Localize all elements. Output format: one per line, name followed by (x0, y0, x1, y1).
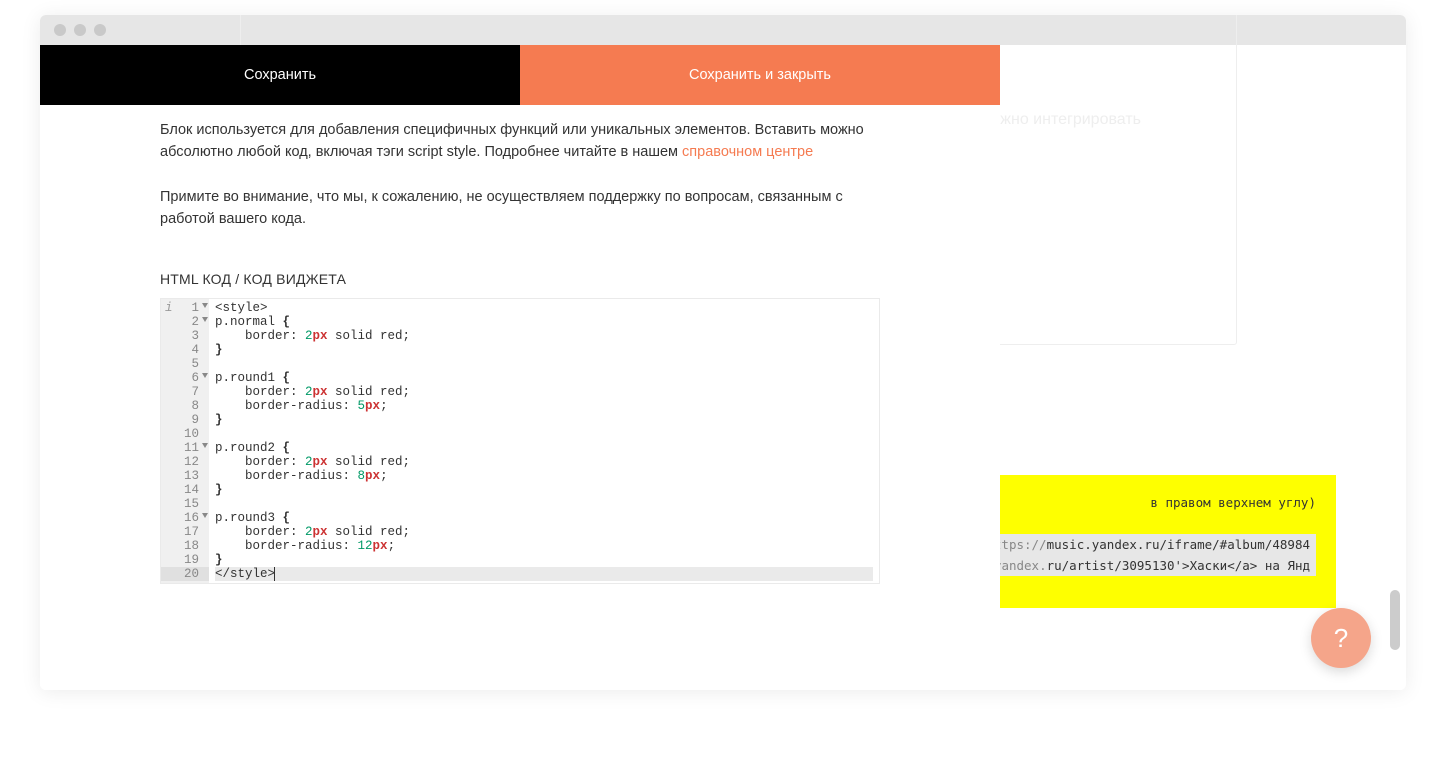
save-button[interactable]: Сохранить (40, 45, 520, 105)
window-max-dot[interactable] (94, 24, 106, 36)
gutter-line: 3 (161, 329, 209, 343)
code-line[interactable]: border: 2px solid red; (215, 455, 873, 469)
gutter-line: 13 (161, 469, 209, 483)
code-editor[interactable]: 1i234567891011121314151617181920 <style>… (160, 298, 880, 584)
gutter-line: 1i (161, 301, 209, 315)
info-icon: i (165, 301, 173, 315)
code-line[interactable] (215, 497, 873, 511)
code-line[interactable] (215, 357, 873, 371)
gutter-line: 20 (161, 567, 209, 581)
help-center-link[interactable]: справочном центре (682, 144, 813, 160)
code-line[interactable]: border: 2px solid red; (215, 385, 873, 399)
fold-icon[interactable] (202, 373, 208, 378)
fold-icon[interactable] (202, 513, 208, 518)
code-line[interactable]: p.round2 { (215, 441, 873, 455)
gutter-line: 16 (161, 511, 209, 525)
window-min-dot[interactable] (74, 24, 86, 36)
browser-window: ильду: 40+ полезных сервисов, которые мо… (40, 15, 1406, 690)
code-line[interactable]: } (215, 553, 873, 567)
code-line[interactable]: border: 2px solid red; (215, 329, 873, 343)
gutter-line: 2 (161, 315, 209, 329)
editor-gutter: 1i234567891011121314151617181920 (161, 299, 209, 583)
gutter-line: 5 (161, 357, 209, 371)
fold-icon[interactable] (202, 443, 208, 448)
code-line[interactable]: p.normal { (215, 315, 873, 329)
code-line[interactable]: p.round3 { (215, 511, 873, 525)
gutter-line: 9 (161, 413, 209, 427)
modal-description: Блок используется для добавления специфи… (160, 119, 880, 164)
code-line[interactable]: <style> (215, 301, 873, 315)
gutter-line: 11 (161, 441, 209, 455)
window-close-dot[interactable] (54, 24, 66, 36)
save-and-close-button[interactable]: Сохранить и закрыть (520, 45, 1000, 105)
code-line[interactable]: border: 2px solid red; (215, 525, 873, 539)
modal-tabs: Сохранить Сохранить и закрыть (40, 45, 1000, 105)
code-line[interactable]: </style> (215, 567, 873, 581)
gutter-line: 10 (161, 427, 209, 441)
code-line[interactable]: p.round1 { (215, 371, 873, 385)
html-editor-modal: Сохранить Сохранить и закрыть Блок испол… (40, 45, 1000, 690)
help-fab[interactable]: ? (1311, 608, 1371, 668)
fold-icon[interactable] (202, 303, 208, 308)
gutter-line: 18 (161, 539, 209, 553)
gutter-line: 8 (161, 399, 209, 413)
code-line[interactable]: border-radius: 12px; (215, 539, 873, 553)
gutter-line: 15 (161, 497, 209, 511)
gutter-line: 14 (161, 483, 209, 497)
gutter-line: 7 (161, 385, 209, 399)
fold-icon[interactable] (202, 317, 208, 322)
gutter-line: 6 (161, 371, 209, 385)
editor-codepane[interactable]: <style>p.normal { border: 2px solid red;… (209, 299, 879, 583)
modal-note: Примите во внимание, что мы, к сожалению… (160, 186, 880, 231)
code-field-label: HTML КОД / КОД ВИДЖЕТА (160, 271, 880, 287)
code-line[interactable]: border-radius: 8px; (215, 469, 873, 483)
help-icon: ? (1334, 623, 1348, 654)
gutter-line: 4 (161, 343, 209, 357)
gutter-line: 17 (161, 525, 209, 539)
gutter-line: 19 (161, 553, 209, 567)
code-line[interactable] (215, 427, 873, 441)
modal-body: Блок используется для добавления специфи… (40, 105, 1000, 614)
gutter-line: 12 (161, 455, 209, 469)
code-line[interactable]: border-radius: 5px; (215, 399, 873, 413)
code-line[interactable]: } (215, 413, 873, 427)
code-line[interactable]: } (215, 483, 873, 497)
code-line[interactable]: } (215, 343, 873, 357)
page-scrollbar[interactable] (1390, 590, 1400, 650)
